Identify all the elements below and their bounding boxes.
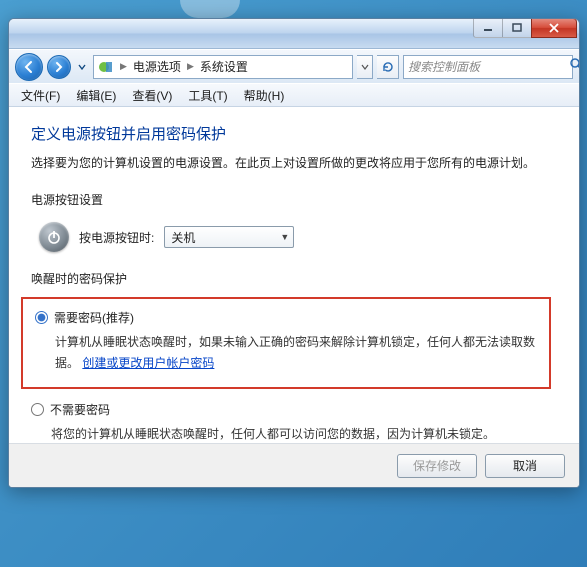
save-button[interactable]: 保存修改 bbox=[397, 454, 477, 478]
content-area: 定义电源按钮并启用密码保护 选择要为您的计算机设置的电源设置。在此页上对设置所做… bbox=[9, 107, 579, 443]
no-password-description: 将您的计算机从睡眠状态唤醒时，任何人都可以访问您的数据，因为计算机未锁定。 bbox=[51, 424, 557, 443]
nav-forward-button[interactable] bbox=[47, 55, 71, 79]
breadcrumb-dropdown[interactable] bbox=[357, 55, 373, 79]
back-arrow-icon bbox=[22, 60, 36, 74]
radio-require-password[interactable]: 需要密码(推荐) bbox=[35, 309, 537, 326]
refresh-button[interactable] bbox=[377, 55, 399, 79]
radio-require-password-label: 需要密码(推荐) bbox=[54, 309, 134, 326]
menu-edit[interactable]: 编辑(E) bbox=[68, 84, 124, 107]
power-icon bbox=[39, 222, 69, 252]
breadcrumb-separator: ▶ bbox=[185, 61, 196, 72]
minimize-icon bbox=[483, 23, 493, 33]
maximize-icon bbox=[512, 23, 522, 33]
chevron-down-icon: ▼ bbox=[280, 232, 289, 242]
window-controls bbox=[474, 18, 577, 38]
search-input[interactable] bbox=[408, 60, 565, 74]
forward-arrow-icon bbox=[53, 61, 65, 73]
radio-no-password-input[interactable] bbox=[31, 403, 44, 416]
power-action-dropdown[interactable]: 关机 ▼ bbox=[164, 226, 294, 248]
cancel-button[interactable]: 取消 bbox=[485, 454, 565, 478]
menu-help[interactable]: 帮助(H) bbox=[236, 84, 293, 107]
power-button-row: 按电源按钮时: 关机 ▼ bbox=[31, 218, 557, 266]
section-power-button: 电源按钮设置 bbox=[31, 191, 557, 208]
highlighted-option: 需要密码(推荐) 计算机从睡眠状态唤醒时，如果未输入正确的密码来解除计算机锁定，… bbox=[21, 297, 551, 389]
radio-require-password-input[interactable] bbox=[35, 311, 48, 324]
breadcrumb-item-power-options[interactable]: 电源选项 bbox=[133, 58, 181, 75]
taskbar-hint bbox=[180, 0, 240, 18]
chevron-down-icon bbox=[78, 63, 86, 71]
breadcrumb[interactable]: ▶ 电源选项 ▶ 系统设置 bbox=[93, 55, 353, 79]
page-title: 定义电源按钮并启用密码保护 bbox=[31, 123, 557, 144]
menu-bar: 文件(F) 编辑(E) 查看(V) 工具(T) 帮助(H) bbox=[9, 83, 579, 107]
create-change-password-link[interactable]: 创建或更改用户帐户密码 bbox=[82, 356, 214, 370]
titlebar[interactable] bbox=[9, 19, 579, 49]
radio-no-password[interactable]: 不需要密码 bbox=[31, 401, 557, 418]
menu-file[interactable]: 文件(F) bbox=[13, 84, 68, 107]
search-box[interactable] bbox=[403, 55, 573, 79]
search-icon[interactable] bbox=[569, 57, 580, 76]
radio-no-password-label: 不需要密码 bbox=[50, 401, 110, 418]
maximize-button[interactable] bbox=[502, 18, 532, 38]
power-action-value: 关机 bbox=[171, 229, 195, 246]
breadcrumb-item-system-settings[interactable]: 系统设置 bbox=[200, 58, 248, 75]
chevron-down-icon bbox=[361, 63, 369, 71]
power-button-label: 按电源按钮时: bbox=[79, 229, 154, 246]
page-subtitle: 选择要为您的计算机设置的电源设置。在此页上对设置所做的更改将应用于您所有的电源计… bbox=[31, 154, 557, 173]
menu-tools[interactable]: 工具(T) bbox=[180, 84, 235, 107]
section-wake-password: 唤醒时的密码保护 bbox=[31, 270, 557, 287]
nav-history-dropdown[interactable] bbox=[75, 55, 89, 79]
nav-back-button[interactable] bbox=[15, 53, 43, 81]
control-panel-window: ▶ 电源选项 ▶ 系统设置 文件(F) 编辑(E) 查看(V) 工具(T) 帮助… bbox=[8, 18, 580, 488]
minimize-button[interactable] bbox=[473, 18, 503, 38]
breadcrumb-separator: ▶ bbox=[118, 61, 129, 72]
close-icon bbox=[548, 23, 560, 33]
close-button[interactable] bbox=[531, 18, 577, 38]
control-panel-icon bbox=[98, 59, 114, 75]
refresh-icon bbox=[381, 60, 395, 74]
require-password-description: 计算机从睡眠状态唤醒时，如果未输入正确的密码来解除计算机锁定，任何人都无法读取数… bbox=[55, 332, 537, 373]
menu-view[interactable]: 查看(V) bbox=[124, 84, 180, 107]
footer-buttons: 保存修改 取消 bbox=[9, 443, 579, 487]
address-bar: ▶ 电源选项 ▶ 系统设置 bbox=[9, 49, 579, 83]
